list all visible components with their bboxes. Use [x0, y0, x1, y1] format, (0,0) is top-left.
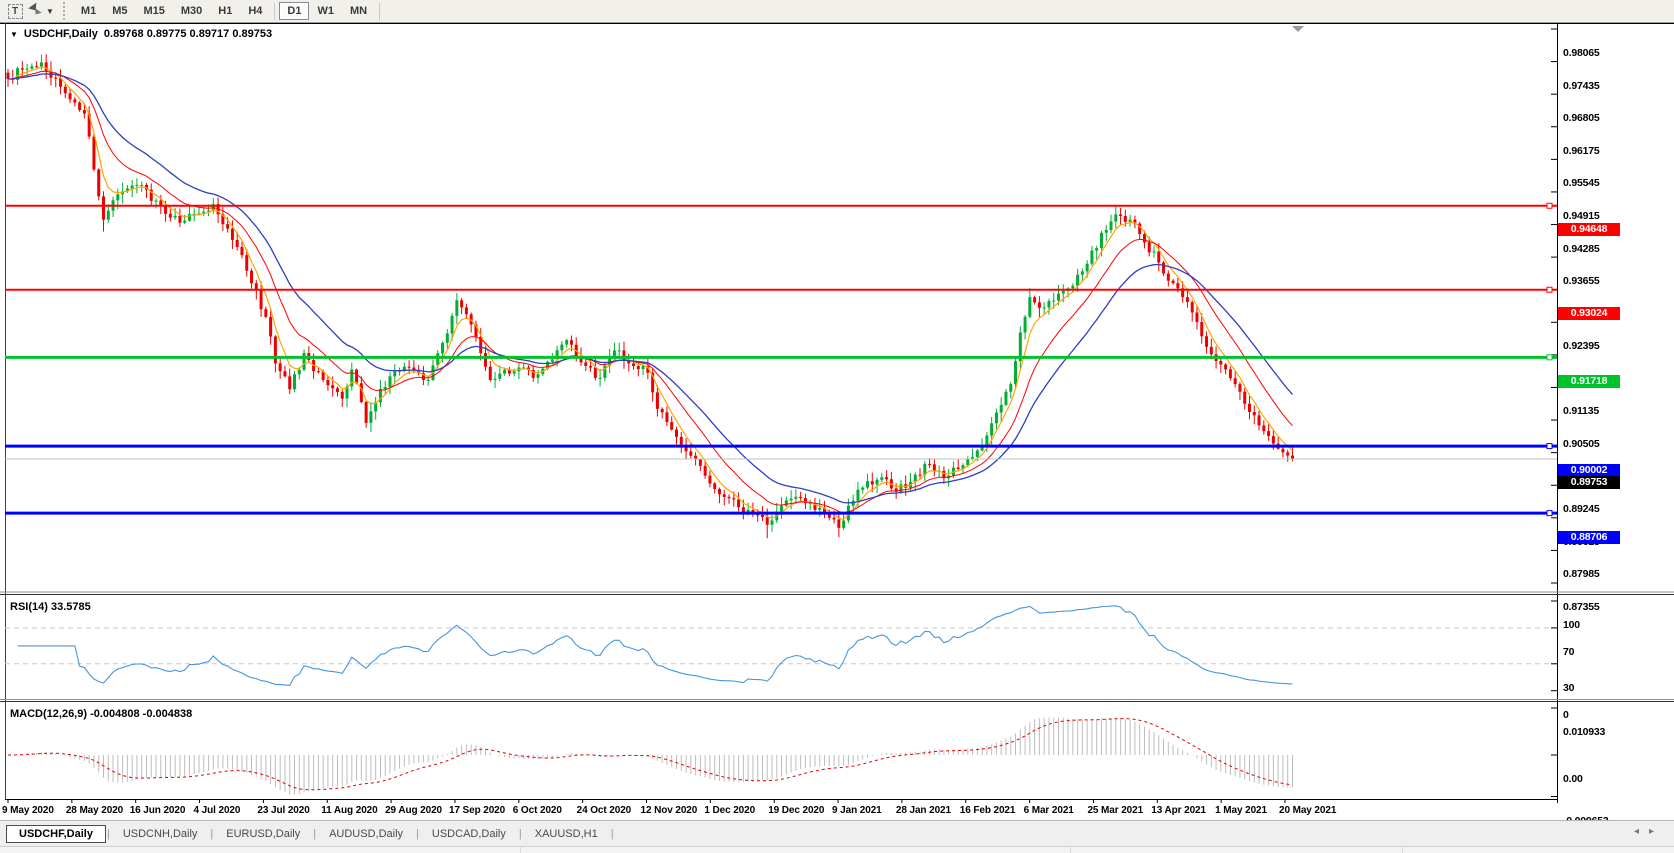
chart-tab-audusd[interactable]: AUDUSD,Daily [317, 825, 415, 843]
date-axis-label: 12 Nov 2020 [640, 805, 698, 816]
price-axis-tick-label: 0.96175 [1563, 144, 1600, 157]
rsi-axis-tick-label: 100 [1563, 619, 1580, 631]
date-axis-label: 24 Oct 2020 [576, 805, 632, 816]
price-axis-tick-label: 0.97435 [1563, 79, 1600, 92]
date-axis-label: 19 Dec 2020 [768, 805, 825, 816]
arrows-tool-icon [27, 2, 43, 18]
status-bar-divider [1070, 847, 1071, 853]
date-axis-label: 1 May 2021 [1215, 805, 1267, 816]
date-axis-label: 17 Sep 2020 [448, 805, 506, 816]
date-axis-label: 13 Apr 2021 [1151, 805, 1206, 816]
chart-tabs: USDCHF,Daily | USDCNH,Daily | EURUSD,Daily | A… [6, 824, 615, 843]
chart-canvas[interactable] [0, 23, 1674, 820]
price-axis-tick-label: 0.94285 [1563, 242, 1600, 255]
line-endpoint-marker [1546, 286, 1553, 293]
timeframe-button-h1[interactable]: H1 [210, 2, 240, 20]
timeframe-button-mn[interactable]: MN [342, 2, 375, 20]
rsi-indicator-title: RSI(14) 33.5785 [10, 601, 91, 613]
date-axis-label: 16 Feb 2021 [959, 805, 1016, 816]
toolbar-separator [274, 2, 276, 20]
price-axis-tick-label: 0.93655 [1563, 275, 1600, 288]
macd-axis-tick-label: 0.010933 [1563, 725, 1606, 738]
price-axis-tick-label: 0.96805 [1563, 112, 1600, 125]
level-price-label: 0.93024 [1558, 307, 1620, 321]
chart-tab-usdcnh[interactable]: USDCNH,Daily [111, 825, 210, 843]
tab-separator: | [610, 827, 614, 840]
rsi-axis-tick-label: 70 [1563, 645, 1575, 658]
chart-tab-usdchf[interactable]: USDCHF,Daily [6, 824, 106, 843]
price-axis-tick-label: 0.90505 [1563, 438, 1600, 451]
chart-title-triangle-icon: ▼ [10, 29, 18, 39]
level-price-label: 0.90002 [1558, 463, 1620, 477]
date-axis-label: 9 Jan 2021 [832, 805, 882, 816]
current-price-label: 0.89753 [1558, 476, 1620, 490]
chart-graphic [0, 23, 1674, 820]
chart-tab-bar: USDCHF,Daily | USDCNH,Daily | EURUSD,Daily | A… [0, 820, 1674, 846]
date-axis-label: 9 May 2020 [2, 805, 54, 816]
dropdown-caret-icon: ▼ [46, 6, 54, 16]
date-axis-label: 4 Jul 2020 [193, 805, 241, 816]
date-axis-label: 28 May 2020 [65, 805, 124, 816]
date-axis-label: 1 Dec 2020 [704, 805, 756, 816]
price-axis-tick-label: 0.94915 [1563, 209, 1600, 222]
toolbar-separator [379, 2, 381, 20]
line-endpoint-marker [1546, 202, 1553, 209]
chart-title: ▼ USDCHF,Daily 0.89768 0.89775 0.89717 0… [10, 28, 272, 40]
price-axis-tick-label: 0.89245 [1563, 503, 1600, 516]
chart-tab-eurusd[interactable]: EURUSD,Daily [214, 825, 312, 843]
rsi-axis-tick-label: 0 [1563, 708, 1569, 721]
date-axis-label: 29 Aug 2020 [385, 805, 442, 816]
text-tool-button[interactable]: T [5, 2, 25, 20]
macd-indicator-title: MACD(12,26,9) -0.004808 -0.004838 [10, 708, 193, 720]
timeframe-button-h4[interactable]: H4 [240, 2, 270, 20]
date-axis-label: 6 Oct 2020 [512, 805, 562, 816]
timeframe-button-m1[interactable]: M1 [73, 2, 104, 20]
level-price-label: 0.91718 [1558, 374, 1620, 388]
date-axis-label: 25 Mar 2021 [1087, 805, 1144, 816]
line-endpoint-marker [1546, 510, 1553, 517]
timeframe-button-group: M1 M5 M15 M30 H1 H4 D1 W1 MN [73, 2, 384, 20]
price-axis-tick-label: 0.92395 [1563, 340, 1600, 353]
text-tool-icon: T [7, 3, 23, 19]
date-axis-label: 11 Aug 2020 [321, 805, 378, 816]
price-axis-tick-label: 0.98065 [1563, 47, 1600, 59]
date-axis-label: 28 Jan 2021 [895, 805, 951, 816]
line-endpoint-marker [1546, 443, 1553, 450]
tab-scroll-right-icon[interactable]: ▸ [1649, 826, 1664, 837]
chart-symbol-label: USDCHF,Daily [23, 28, 98, 40]
chart-tab-usdcad[interactable]: USDCAD,Daily [420, 825, 518, 843]
status-bar-divider [520, 847, 521, 853]
line-endpoint-marker [1546, 354, 1553, 361]
date-axis-label: 20 May 2021 [1279, 805, 1337, 816]
timeframe-button-m5[interactable]: M5 [104, 2, 135, 20]
price-axis-tick-label: 0.87355 [1563, 601, 1600, 613]
level-price-label: 0.94648 [1558, 223, 1620, 237]
top-toolbar: T ▼ M1 M5 M15 M30 H1 H4 D1 W1 MN [0, 0, 1674, 23]
timeframe-button-m15[interactable]: M15 [135, 2, 172, 20]
level-price-label: 0.88706 [1558, 530, 1620, 544]
tab-scroll-left-icon[interactable]: ◂ [1634, 826, 1649, 837]
price-axis-tick-label: 0.87985 [1563, 568, 1600, 581]
toolbar-gripper [62, 2, 67, 20]
price-axis-tick-label: 0.91135 [1563, 405, 1599, 418]
status-bar [0, 846, 1674, 853]
date-axis-label: 16 Jun 2020 [129, 805, 186, 816]
timeframe-button-m30[interactable]: M30 [173, 2, 210, 20]
chart-tab-xauusd[interactable]: XAUUSD,H1 [523, 825, 610, 843]
price-axis-tick-label: 0.95545 [1563, 177, 1600, 190]
date-axis-label: 23 Jul 2020 [257, 805, 310, 816]
status-bar-divider [1402, 847, 1403, 853]
timeframe-button-w1[interactable]: W1 [309, 2, 342, 20]
rsi-axis-tick-label: 30 [1563, 681, 1575, 694]
date-axis-label: 6 Mar 2021 [1023, 805, 1074, 816]
macd-axis-tick-label: 0.00 [1563, 773, 1583, 785]
timeframe-button-d1[interactable]: D1 [279, 2, 310, 20]
arrows-tool-button[interactable]: ▼ [27, 2, 54, 20]
chart-ohlc-values: 0.89768 0.89775 0.89717 0.89753 [103, 28, 273, 40]
chart-window[interactable]: ▼ USDCHF,Daily 0.89768 0.89775 0.89717 0… [0, 23, 1674, 827]
